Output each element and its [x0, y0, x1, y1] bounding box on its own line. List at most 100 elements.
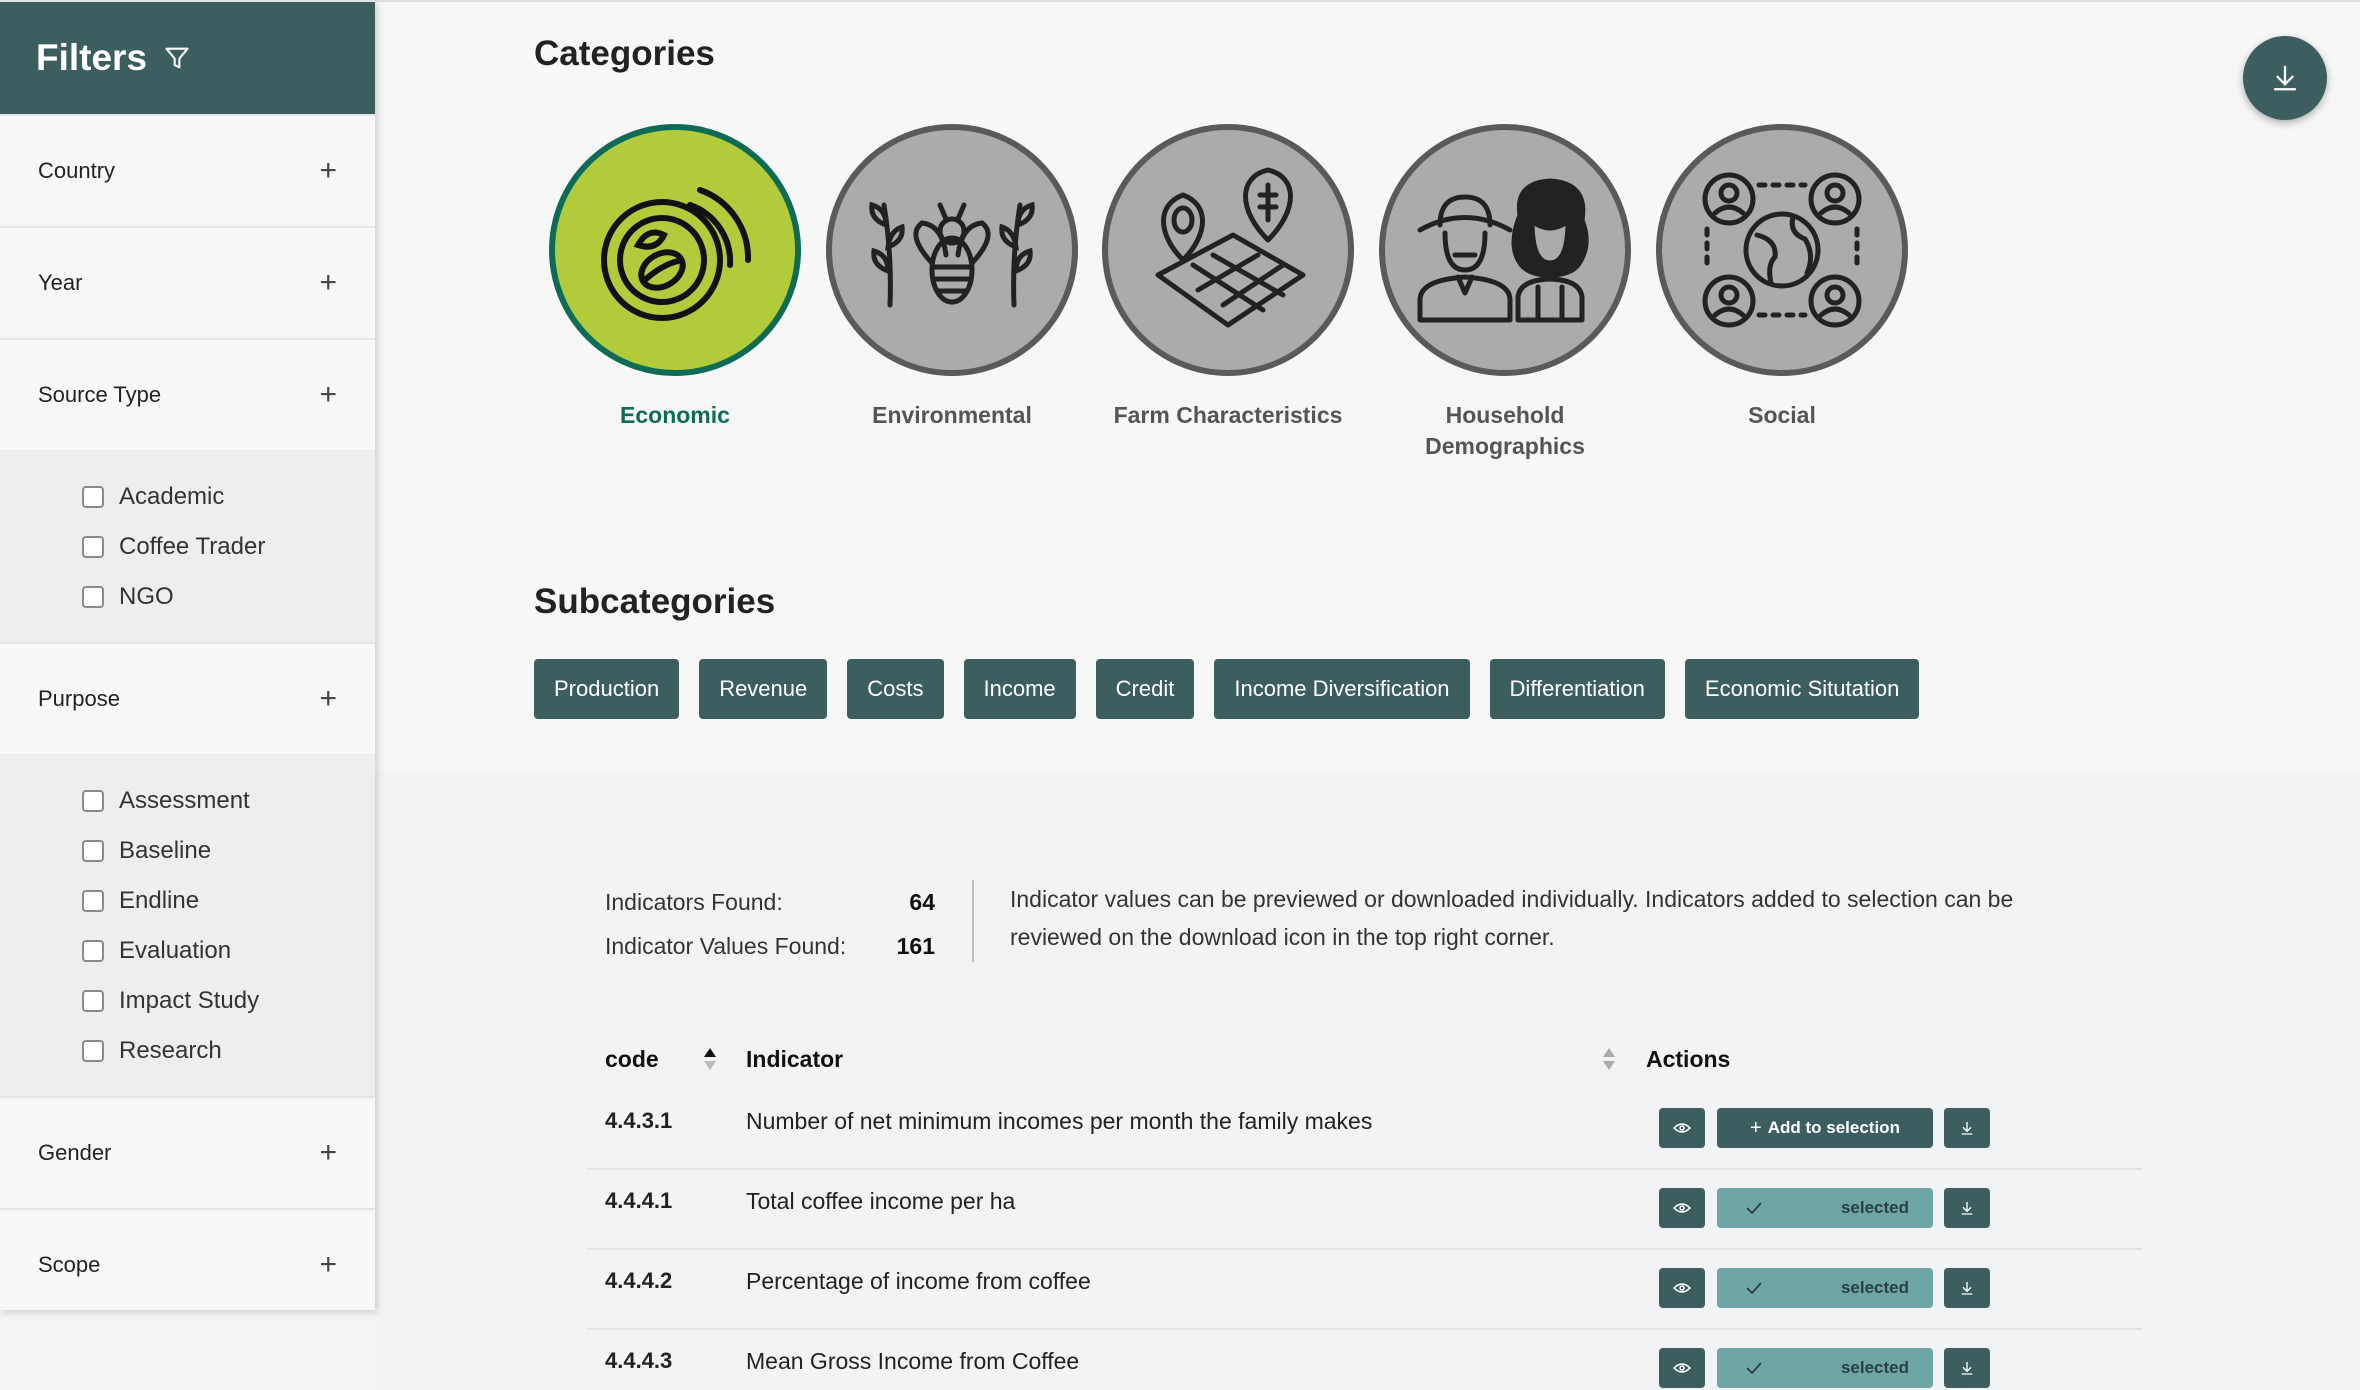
- selected-button[interactable]: selected: [1717, 1348, 1933, 1388]
- selected-label: selected: [1840, 1358, 1909, 1377]
- eye-icon: [1673, 1203, 1691, 1213]
- plus-icon: +: [319, 154, 337, 187]
- checkbox-endline[interactable]: Endline: [82, 876, 375, 926]
- filter-scope: Scope +: [0, 1208, 375, 1320]
- option-label: Academic: [119, 483, 225, 510]
- filter-country: Country +: [0, 114, 375, 226]
- download-selection-button[interactable]: [2243, 36, 2327, 120]
- eye-icon: [1673, 1123, 1691, 1133]
- stat-indicators: Indicators Found: 64: [605, 880, 935, 924]
- stat-value: 161: [896, 932, 935, 959]
- subcategory-economic-situation[interactable]: Economic Situtation: [1684, 659, 1920, 719]
- row-indicator: Percentage of income from coffee: [746, 1268, 1091, 1294]
- table-row: 4.4.4.3 Mean Gross Income from Coffee se…: [587, 1330, 2142, 1390]
- table-row: 4.4.4.2 Percentage of income from coffee…: [587, 1250, 2142, 1330]
- category-circle[interactable]: [1379, 124, 1631, 376]
- filter-toggle-country[interactable]: Country +: [0, 116, 375, 226]
- subcategory-income[interactable]: Income: [963, 659, 1076, 719]
- category-environmental[interactable]: Environmental: [822, 124, 1082, 431]
- coffee-beans-icon: [601, 187, 752, 321]
- category-label: Economic: [620, 402, 730, 428]
- category-circle[interactable]: [549, 124, 801, 376]
- checkbox-academic[interactable]: Academic: [82, 472, 375, 522]
- subcategory-production[interactable]: Production: [534, 659, 680, 719]
- category-social[interactable]: Social: [1652, 124, 1912, 431]
- filter-toggle-year[interactable]: Year +: [0, 228, 375, 338]
- preview-button[interactable]: [1659, 1348, 1705, 1388]
- download-icon: [2273, 65, 2297, 91]
- checkbox-box[interactable]: [82, 536, 104, 558]
- checkbox-box[interactable]: [82, 840, 104, 862]
- option-label: Assessment: [119, 787, 250, 814]
- checkbox-box[interactable]: [82, 940, 104, 962]
- row-code: 4.4.4.1: [605, 1188, 673, 1213]
- add-label: Add to selection: [1767, 1118, 1900, 1137]
- subcategory-revenue[interactable]: Revenue: [699, 659, 828, 719]
- filter-gender: Gender +: [0, 1096, 375, 1208]
- filter-toggle-source-type[interactable]: Source Type +: [0, 340, 375, 450]
- checkbox-box[interactable]: [82, 790, 104, 812]
- stats-summary: Indicators Found: 64 Indicator Values Fo…: [605, 880, 935, 968]
- plus-icon: +: [319, 682, 337, 715]
- subcategory-list: Production Revenue Costs Income Credit I…: [534, 659, 1920, 719]
- filter-year: Year +: [0, 226, 375, 338]
- sort-icon[interactable]: [1601, 1046, 1617, 1072]
- check-icon: [1746, 1202, 1762, 1215]
- option-label: NGO: [119, 583, 174, 610]
- selected-button[interactable]: selected: [1717, 1268, 1933, 1308]
- category-household-demographics[interactable]: Household Demographics: [1375, 124, 1635, 462]
- selected-label: selected: [1840, 1278, 1909, 1297]
- stat-label: Indicators Found:: [605, 888, 783, 915]
- checkbox-box[interactable]: [82, 486, 104, 508]
- column-code[interactable]: code: [605, 1038, 659, 1080]
- stat-values: Indicator Values Found: 161: [605, 924, 935, 968]
- checkbox-coffee-trader[interactable]: Coffee Trader: [82, 522, 375, 572]
- sort-asc-icon[interactable]: [702, 1046, 718, 1072]
- filter-toggle-gender[interactable]: Gender +: [0, 1098, 375, 1208]
- stat-label: Indicator Values Found:: [605, 932, 847, 959]
- subcategories-title: Subcategories: [534, 582, 776, 621]
- subcategory-income-diversification[interactable]: Income Diversification: [1214, 659, 1470, 719]
- selected-button[interactable]: selected: [1717, 1188, 1933, 1228]
- filter-label: Source Type: [38, 382, 162, 407]
- option-label: Baseline: [119, 837, 212, 864]
- checkbox-box[interactable]: [82, 586, 104, 608]
- checkbox-ngo[interactable]: NGO: [82, 572, 375, 622]
- filter-toggle-scope[interactable]: Scope +: [0, 1210, 375, 1320]
- subcategory-credit[interactable]: Credit: [1095, 659, 1195, 719]
- checkbox-box[interactable]: [82, 1040, 104, 1062]
- category-circle[interactable]: [826, 124, 1078, 376]
- filter-options: Academic Coffee Trader NGO: [0, 450, 375, 642]
- preview-button[interactable]: [1659, 1188, 1705, 1228]
- row-download-button[interactable]: [1944, 1108, 1990, 1148]
- row-indicator: Number of net minimum incomes per month …: [746, 1108, 1373, 1134]
- download-icon: [1961, 1362, 1973, 1375]
- filter-toggle-purpose[interactable]: Purpose +: [0, 644, 375, 754]
- eye-icon: [1673, 1283, 1691, 1293]
- subcategory-costs[interactable]: Costs: [847, 659, 944, 719]
- checkbox-baseline[interactable]: Baseline: [82, 826, 375, 876]
- checkbox-impact-study[interactable]: Impact Study: [82, 976, 375, 1026]
- selected-label: selected: [1840, 1198, 1909, 1217]
- row-download-button[interactable]: [1944, 1348, 1990, 1388]
- category-economic[interactable]: Economic: [545, 124, 805, 431]
- category-circle[interactable]: [1656, 124, 1908, 376]
- checkbox-research[interactable]: Research: [82, 1026, 375, 1076]
- preview-button[interactable]: [1659, 1108, 1705, 1148]
- plus-icon: +: [319, 378, 337, 411]
- checkbox-evaluation[interactable]: Evaluation: [82, 926, 375, 976]
- checkbox-box[interactable]: [82, 990, 104, 1012]
- checkbox-assessment[interactable]: Assessment: [82, 776, 375, 826]
- category-farm-characteristics[interactable]: Farm Characteristics: [1098, 124, 1358, 431]
- option-label: Impact Study: [119, 987, 260, 1014]
- subcategory-differentiation[interactable]: Differentiation: [1489, 659, 1665, 719]
- filter-label: Gender: [38, 1140, 112, 1165]
- preview-button[interactable]: [1659, 1268, 1705, 1308]
- checkbox-box[interactable]: [82, 890, 104, 912]
- column-indicator[interactable]: Indicator: [746, 1038, 843, 1080]
- add-to-selection-button[interactable]: + Add to selection: [1717, 1108, 1933, 1148]
- category-circle[interactable]: [1102, 124, 1354, 376]
- option-label: Coffee Trader: [119, 533, 266, 560]
- row-download-button[interactable]: [1944, 1188, 1990, 1228]
- row-download-button[interactable]: [1944, 1268, 1990, 1308]
